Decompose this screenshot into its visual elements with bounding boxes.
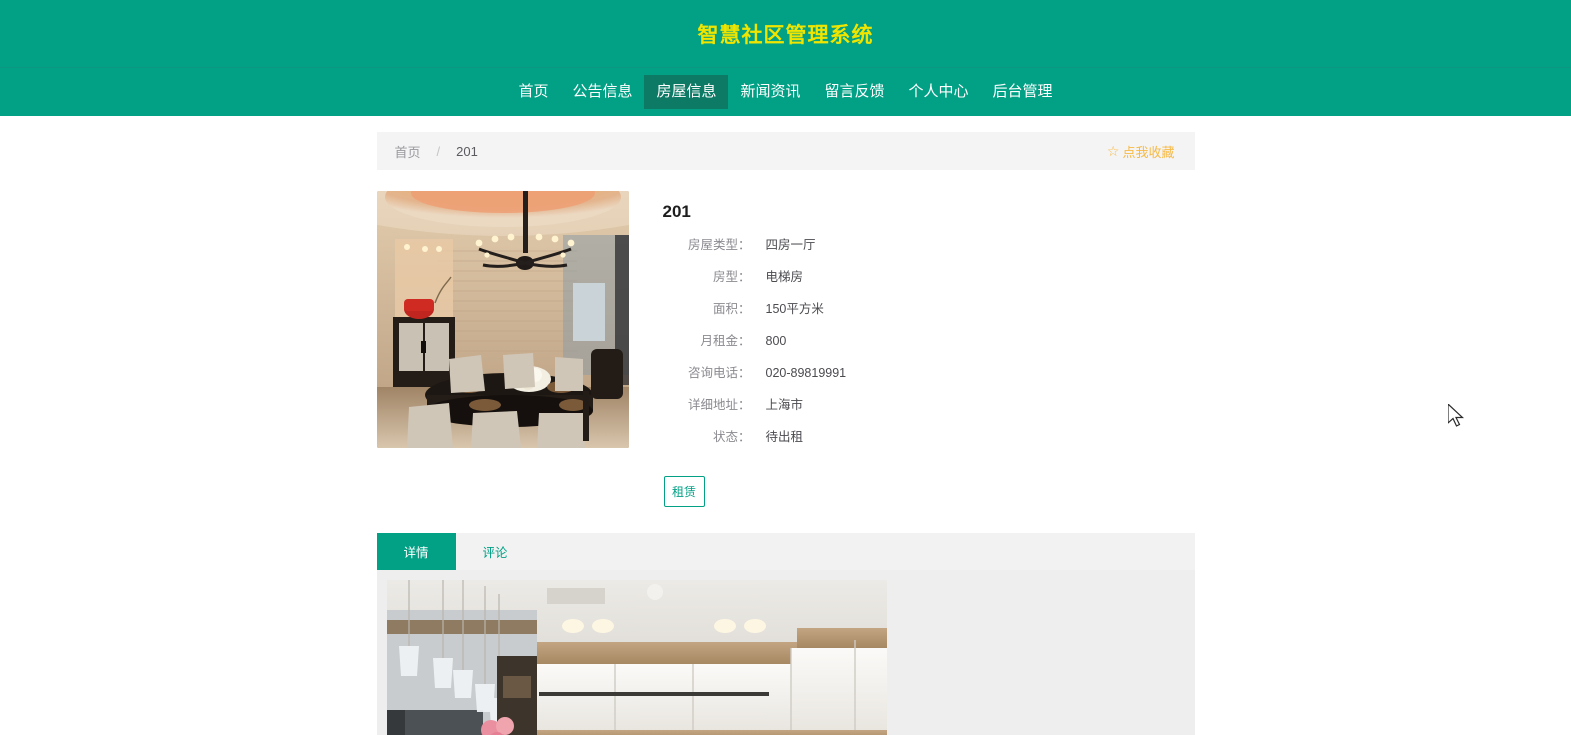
breadcrumb: 首页 / 201 <box>395 142 478 161</box>
field-row-phone: 咨询电话： 020-89819991 <box>663 362 1195 394</box>
breadcrumb-home-link[interactable]: 首页 <box>395 142 421 161</box>
field-label-address: 详细地址： <box>687 398 751 412</box>
field-row-area: 面积： 150平方米 <box>663 298 1195 330</box>
nav-item-announcements[interactable]: 公告信息 <box>560 75 644 109</box>
site-title: 智慧社区管理系统 <box>697 23 874 47</box>
field-value-address: 上海市 <box>765 398 804 412</box>
favorite-label: 点我收藏 <box>1122 144 1175 160</box>
field-label-phone: 咨询电话： <box>687 366 751 380</box>
rent-button[interactable]: 租赁 <box>663 476 705 507</box>
breadcrumb-current: 201 <box>456 143 478 159</box>
tab-panel-details <box>376 570 1195 735</box>
tab-strip: 详情 评论 <box>376 533 1195 570</box>
nav-item-personal-center[interactable]: 个人中心 <box>897 75 981 109</box>
field-label-room-type: 房型： <box>712 270 751 284</box>
field-value-phone: 020-89819991 <box>765 366 847 380</box>
detail-tabs: 详情 评论 <box>376 533 1195 735</box>
breadcrumb-bar: 首页 / 201 ☆ 点我收藏 <box>376 132 1195 170</box>
field-value-house-type: 四房一厅 <box>765 238 816 252</box>
field-row-address: 详细地址： 上海市 <box>663 394 1195 426</box>
site-header: 智慧社区管理系统 <box>0 0 1571 68</box>
field-value-area: 150平方米 <box>765 302 824 316</box>
star-outline-icon: ☆ <box>1106 143 1120 159</box>
favorite-button[interactable]: ☆ 点我收藏 <box>1107 142 1183 161</box>
field-row-status: 状态： 待出租 <box>663 426 1195 458</box>
tab-comments[interactable]: 评论 <box>456 533 535 570</box>
house-detail-photo[interactable] <box>386 580 887 735</box>
field-label-status: 状态： <box>712 430 751 444</box>
field-value-monthly-rent: 800 <box>765 334 787 348</box>
main-navigation: 首页 公告信息 房屋信息 新闻资讯 留言反馈 个人中心 后台管理 <box>0 68 1571 116</box>
house-title: 201 <box>662 202 691 221</box>
field-row-house-type: 房屋类型： 四房一厅 <box>663 234 1195 266</box>
kitchen-photo-art <box>386 580 887 735</box>
mouse-cursor <box>1446 402 1466 435</box>
nav-item-news[interactable]: 新闻资讯 <box>728 75 812 109</box>
field-row-room-type: 房型： 电梯房 <box>663 266 1195 298</box>
content-container: 首页 / 201 ☆ 点我收藏 201 房屋类型： 四房一厅 房型： 电梯房 面… <box>376 132 1464 735</box>
field-value-room-type: 电梯房 <box>765 270 804 284</box>
house-main-photo[interactable] <box>376 191 629 448</box>
house-detail-row: 201 房屋类型： 四房一厅 房型： 电梯房 面积： 150平方米 月租金： 8… <box>376 191 1195 507</box>
nav-item-home[interactable]: 首页 <box>506 75 560 109</box>
tab-details[interactable]: 详情 <box>376 533 456 570</box>
cursor-arrow-icon <box>1446 402 1464 427</box>
field-label-area: 面积： <box>712 302 751 316</box>
house-info-panel: 201 房屋类型： 四房一厅 房型： 电梯房 面积： 150平方米 月租金： 8… <box>629 191 1195 507</box>
nav-list: 首页 公告信息 房屋信息 新闻资讯 留言反馈 个人中心 后台管理 <box>506 74 1064 110</box>
field-value-status: 待出租 <box>765 430 804 444</box>
nav-item-house-info[interactable]: 房屋信息 <box>644 75 729 109</box>
field-label-house-type: 房屋类型： <box>687 238 751 252</box>
page-body: 首页 / 201 ☆ 点我收藏 201 房屋类型： 四房一厅 房型： 电梯房 面… <box>0 116 1571 735</box>
field-label-monthly-rent: 月租金： <box>700 334 751 348</box>
dining-room-photo-art <box>376 191 629 448</box>
nav-item-feedback[interactable]: 留言反馈 <box>813 75 897 109</box>
field-row-monthly-rent: 月租金： 800 <box>663 330 1195 362</box>
breadcrumb-separator: / <box>436 143 441 159</box>
nav-item-admin[interactable]: 后台管理 <box>981 75 1065 109</box>
